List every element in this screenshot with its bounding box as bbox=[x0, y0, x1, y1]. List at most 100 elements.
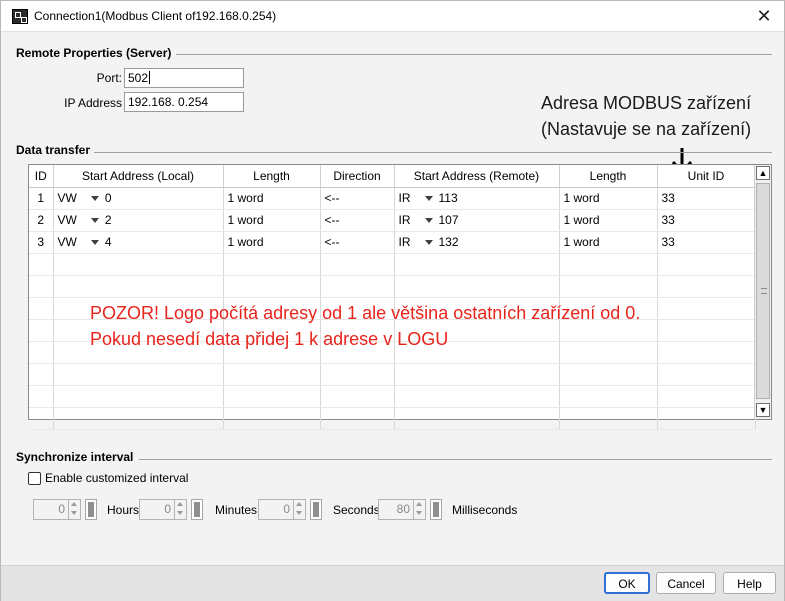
title-bar: Connection1(Modbus Client of192.168.0.25… bbox=[1, 1, 784, 32]
data-transfer-heading: Data transfer bbox=[16, 143, 91, 157]
remote-address-cell[interactable]: IR 107 bbox=[394, 209, 560, 232]
empty-row bbox=[29, 363, 756, 386]
remote-type: IR bbox=[398, 213, 411, 227]
direction-cell[interactable]: <-- bbox=[320, 231, 395, 254]
scroll-up-icon[interactable]: ▲ bbox=[756, 166, 770, 180]
milliseconds-value: 80 bbox=[396, 502, 410, 516]
remote-address-cell[interactable]: IR 113 bbox=[394, 187, 560, 210]
remote-address-cell[interactable]: IR 132 bbox=[394, 231, 560, 254]
row-id: 1 bbox=[29, 187, 54, 210]
column-header-id[interactable]: ID bbox=[29, 165, 54, 188]
local-address-cell[interactable]: VW 4 bbox=[53, 231, 224, 254]
length-cell[interactable]: 1 word bbox=[223, 187, 321, 210]
seconds-value: 0 bbox=[283, 502, 290, 516]
dropdown-arrow-icon[interactable] bbox=[424, 218, 433, 223]
hours-value: 0 bbox=[58, 502, 65, 516]
ok-button[interactable]: OK bbox=[604, 572, 650, 594]
table-row[interactable]: 1 VW 0 1 word <-- IR 113 1 word 33 bbox=[29, 187, 756, 210]
column-header-length[interactable]: Length bbox=[223, 165, 321, 188]
local-address-cell[interactable]: VW 0 bbox=[53, 187, 224, 210]
close-button[interactable]: ✕ bbox=[750, 4, 778, 28]
ip-address-input[interactable]: 192.168. 0.254 bbox=[124, 92, 244, 112]
unit-id-cell[interactable]: 33 bbox=[657, 187, 756, 210]
scroll-down-icon[interactable]: ▼ bbox=[756, 403, 770, 417]
dropdown-arrow-icon[interactable] bbox=[90, 218, 99, 223]
local-address: 2 bbox=[104, 213, 112, 227]
synchronize-interval-heading: Synchronize interval bbox=[16, 450, 134, 464]
grip-icon bbox=[761, 288, 767, 294]
dropdown-arrow-icon[interactable] bbox=[424, 196, 433, 201]
hours-spinbox[interactable]: 0 bbox=[33, 499, 81, 520]
section-divider bbox=[94, 152, 772, 153]
annotation-line-2: (Nastavuje se na zařízení) bbox=[541, 119, 752, 139]
remote-type: IR bbox=[398, 235, 411, 249]
remote-length-cell[interactable]: 1 word bbox=[559, 209, 658, 232]
table-header-row: ID Start Address (Local) Length Directio… bbox=[29, 165, 756, 188]
spin-arrows-icon[interactable] bbox=[293, 500, 305, 519]
milliseconds-label: Milliseconds bbox=[452, 503, 518, 517]
vertical-scrollbar[interactable]: ▲ ▼ bbox=[754, 165, 771, 419]
milliseconds-slider[interactable] bbox=[430, 499, 442, 520]
dropdown-arrow-icon[interactable] bbox=[424, 240, 433, 245]
remote-address: 107 bbox=[438, 213, 459, 227]
unit-id-cell[interactable]: 33 bbox=[657, 231, 756, 254]
minutes-label: Minutes bbox=[215, 503, 258, 517]
section-divider bbox=[176, 54, 772, 55]
text-caret bbox=[149, 71, 151, 84]
hours-slider[interactable] bbox=[85, 499, 97, 520]
hours-label: Hours bbox=[107, 503, 140, 517]
local-address: 4 bbox=[104, 235, 112, 249]
local-type: VW bbox=[57, 235, 77, 249]
help-button[interactable]: Help bbox=[723, 572, 776, 594]
remote-properties-heading: Remote Properties (Server) bbox=[16, 46, 172, 60]
empty-row bbox=[29, 385, 756, 408]
remote-type: IR bbox=[398, 191, 411, 205]
port-label: Port: bbox=[96, 71, 122, 85]
length-cell[interactable]: 1 word bbox=[223, 231, 321, 254]
ip-address-label: IP Address bbox=[64, 96, 122, 110]
remote-address: 113 bbox=[438, 191, 458, 205]
app-icon bbox=[12, 9, 28, 24]
row-id: 2 bbox=[29, 209, 54, 232]
port-input[interactable]: 502 bbox=[124, 68, 244, 88]
column-header-direction[interactable]: Direction bbox=[320, 165, 395, 188]
port-value: 502 bbox=[128, 71, 149, 85]
column-header-start-address-local[interactable]: Start Address (Local) bbox=[53, 165, 224, 188]
unit-id-cell[interactable]: 33 bbox=[657, 209, 756, 232]
modbus-connection-dialog: Connection1(Modbus Client of192.168.0.25… bbox=[0, 0, 785, 601]
dropdown-arrow-icon[interactable] bbox=[90, 240, 99, 245]
local-type: VW bbox=[57, 213, 77, 227]
direction-cell[interactable]: <-- bbox=[320, 209, 395, 232]
minutes-slider[interactable] bbox=[191, 499, 203, 520]
seconds-spinbox[interactable]: 0 bbox=[258, 499, 306, 520]
data-transfer-table: ID Start Address (Local) Length Directio… bbox=[28, 164, 772, 430]
enable-customized-interval-checkbox[interactable] bbox=[28, 472, 41, 485]
direction-cell[interactable]: <-- bbox=[320, 187, 395, 210]
remote-length-cell[interactable]: 1 word bbox=[559, 187, 658, 210]
milliseconds-spinbox[interactable]: 80 bbox=[378, 499, 426, 520]
table-row[interactable]: 3 VW 4 1 word <-- IR 132 1 word 33 bbox=[29, 231, 756, 254]
length-cell[interactable]: 1 word bbox=[223, 209, 321, 232]
minutes-spinbox[interactable]: 0 bbox=[139, 499, 187, 520]
enable-customized-interval-label: Enable customized interval bbox=[45, 471, 189, 485]
local-address: 0 bbox=[104, 191, 112, 205]
spin-arrows-icon[interactable] bbox=[413, 500, 425, 519]
warning-line-1: POZOR! Logo počítá adresy od 1 ale větši… bbox=[90, 303, 641, 323]
local-address-cell[interactable]: VW 2 bbox=[53, 209, 224, 232]
cancel-button[interactable]: Cancel bbox=[656, 572, 716, 594]
seconds-slider[interactable] bbox=[310, 499, 322, 520]
seconds-label: Seconds bbox=[333, 503, 380, 517]
column-header-start-address-remote[interactable]: Start Address (Remote) bbox=[394, 165, 560, 188]
spin-arrows-icon[interactable] bbox=[174, 500, 186, 519]
remote-length-cell[interactable]: 1 word bbox=[559, 231, 658, 254]
row-id: 3 bbox=[29, 231, 54, 254]
empty-row bbox=[29, 407, 756, 430]
spin-arrows-icon[interactable] bbox=[68, 500, 80, 519]
dropdown-arrow-icon[interactable] bbox=[90, 196, 99, 201]
scroll-thumb[interactable] bbox=[756, 183, 770, 399]
warning-line-2: Pokud nesedí data přidej 1 k adrese v LO… bbox=[90, 329, 449, 349]
column-header-unit-id[interactable]: Unit ID bbox=[657, 165, 756, 188]
column-header-remote-length[interactable]: Length bbox=[559, 165, 658, 188]
table-row[interactable]: 2 VW 2 1 word <-- IR 107 1 word 33 bbox=[29, 209, 756, 232]
data-transfer-grid: ID Start Address (Local) Length Directio… bbox=[29, 165, 756, 430]
